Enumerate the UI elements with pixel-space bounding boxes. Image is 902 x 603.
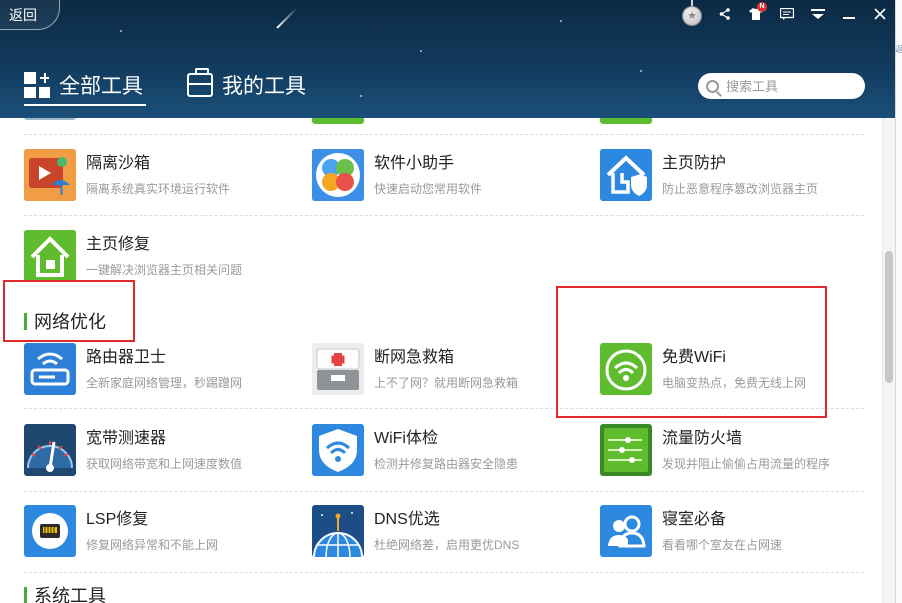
tool-title: 宽带测速器 bbox=[86, 430, 167, 447]
star-decoration bbox=[640, 70, 642, 72]
software-helper-icon bbox=[312, 149, 364, 201]
dns-icon bbox=[312, 505, 364, 557]
annotation-box-free-wifi bbox=[556, 286, 827, 418]
back-label[interactable]: 返回 bbox=[9, 5, 37, 25]
search-box[interactable] bbox=[698, 73, 865, 99]
tool-item-wifi-check[interactable]: WiFi体检检测并修复路由器安全隐患 bbox=[312, 410, 576, 490]
partial-tool-icon bbox=[24, 118, 76, 120]
tool-desc: 发现并阻止偷偷占用流量的程序 bbox=[662, 457, 831, 471]
active-tab-indicator bbox=[24, 104, 146, 106]
tool-title: 隔离沙箱 bbox=[86, 155, 151, 172]
star-decoration bbox=[560, 20, 562, 22]
router-icon bbox=[24, 343, 76, 395]
tab-label: 全部工具 bbox=[59, 75, 143, 98]
tool-desc: 防止恶意程序篡改浏览器主页 bbox=[662, 182, 819, 196]
star-decoration bbox=[120, 30, 122, 32]
background-window-edge: 返 bbox=[895, 0, 902, 603]
tool-item-first-aid[interactable]: 断网急救箱上不了网？就用断网急救箱 bbox=[312, 329, 576, 409]
homepage-protect-icon bbox=[600, 149, 652, 201]
lsp-repair-icon bbox=[24, 505, 76, 557]
tool-item-speed-test[interactable]: 宽带测速器获取网络带宽和上网速度数值 bbox=[24, 410, 288, 490]
tool-desc: 看看哪个室友在占网速 bbox=[662, 538, 783, 552]
first-aid-icon bbox=[312, 343, 364, 395]
tool-title: LSP修复 bbox=[86, 511, 149, 528]
row-divider bbox=[24, 572, 864, 573]
tool-item-homepage-protect[interactable]: 主页防护防止恶意程序篡改浏览器主页 bbox=[600, 135, 864, 215]
wifi-check-icon bbox=[312, 424, 364, 476]
annotation-box-network-section bbox=[3, 280, 135, 342]
dorm-icon bbox=[600, 505, 652, 557]
partial-tool-icon bbox=[312, 118, 364, 124]
tool-item-traffic-firewall[interactable]: 流量防火墙发现并阻止偷偷占用流量的程序 bbox=[600, 410, 864, 490]
minimize-icon[interactable] bbox=[833, 0, 864, 28]
share-icon[interactable] bbox=[709, 0, 740, 28]
search-input[interactable] bbox=[726, 78, 856, 94]
tool-title: WiFi体检 bbox=[374, 430, 438, 447]
speed-test-icon bbox=[24, 424, 76, 476]
search-icon[interactable] bbox=[706, 79, 719, 93]
tool-desc: 修复网络异常和不能上网 bbox=[86, 538, 219, 552]
tool-desc: 快速启动您常用软件 bbox=[374, 182, 483, 196]
tool-title: DNS优选 bbox=[374, 511, 440, 528]
grid-plus-icon bbox=[24, 72, 50, 98]
message-icon[interactable] bbox=[771, 0, 802, 28]
meteor-decoration bbox=[276, 7, 298, 29]
tool-desc: 一键解决浏览器主页相关问题 bbox=[86, 263, 243, 277]
tool-title: 路由器卫士 bbox=[86, 349, 167, 366]
tool-desc: 获取网络带宽和上网速度数值 bbox=[86, 457, 243, 471]
tool-title: 寝室必备 bbox=[662, 511, 727, 528]
tool-item-dorm[interactable]: 寝室必备看看哪个室友在占网速 bbox=[600, 491, 864, 571]
tool-desc: 上不了网？就用断网急救箱 bbox=[374, 376, 519, 390]
tool-item-lsp-repair[interactable]: LSP修复修复网络异常和不能上网 bbox=[24, 491, 288, 571]
tool-title: 流量防火墙 bbox=[662, 430, 743, 447]
section-marker bbox=[24, 586, 27, 603]
star-decoration bbox=[420, 50, 422, 52]
skin-icon[interactable]: ★ bbox=[681, 0, 703, 28]
partial-tool-icon bbox=[600, 118, 652, 124]
window-controls: N bbox=[709, 0, 895, 28]
tab-my-tools[interactable]: 我的工具 bbox=[187, 64, 306, 106]
close-icon[interactable] bbox=[864, 0, 895, 28]
homepage-repair-icon bbox=[24, 230, 76, 282]
tool-item-sandbox[interactable]: 隔离沙箱隔离系统真实环境运行软件 bbox=[24, 135, 288, 215]
tool-title: 主页防护 bbox=[662, 155, 727, 172]
sandbox-icon bbox=[24, 149, 76, 201]
notification-badge: N bbox=[757, 2, 767, 12]
section-title: 系统工具 bbox=[34, 586, 106, 603]
tool-desc: 隔离系统真实环境运行软件 bbox=[86, 182, 231, 196]
tool-title: 软件小助手 bbox=[374, 155, 455, 172]
shirt-icon[interactable]: N bbox=[740, 0, 771, 28]
tool-title: 断网急救箱 bbox=[374, 349, 455, 366]
tab-label: 我的工具 bbox=[222, 75, 306, 98]
traffic-firewall-icon bbox=[600, 424, 652, 476]
header: 返回 ★ N 全部工具 我的工具 bbox=[0, 0, 895, 118]
star-decoration bbox=[360, 95, 362, 97]
tool-item-dns[interactable]: DNS优选杜绝网络差，启用更优DNS bbox=[312, 491, 576, 571]
tool-item-software-helper[interactable]: 软件小助手快速启动您常用软件 bbox=[312, 135, 576, 215]
tool-desc: 全新家庭网络管理，秒踢蹭网 bbox=[86, 376, 243, 390]
tool-desc: 杜绝网络差，启用更优DNS bbox=[374, 538, 520, 552]
toolbox-icon bbox=[187, 68, 213, 97]
scrollbar-thumb[interactable] bbox=[885, 251, 893, 383]
edge-text: 返 bbox=[895, 45, 902, 54]
vertical-scrollbar[interactable] bbox=[882, 118, 895, 603]
tool-desc: 检测并修复路由器安全隐患 bbox=[374, 457, 519, 471]
tab-all-tools[interactable]: 全部工具 bbox=[24, 64, 143, 106]
menu-icon[interactable] bbox=[802, 0, 833, 28]
tool-title: 主页修复 bbox=[86, 236, 151, 253]
section-system-tools: 系统工具 bbox=[24, 584, 106, 603]
